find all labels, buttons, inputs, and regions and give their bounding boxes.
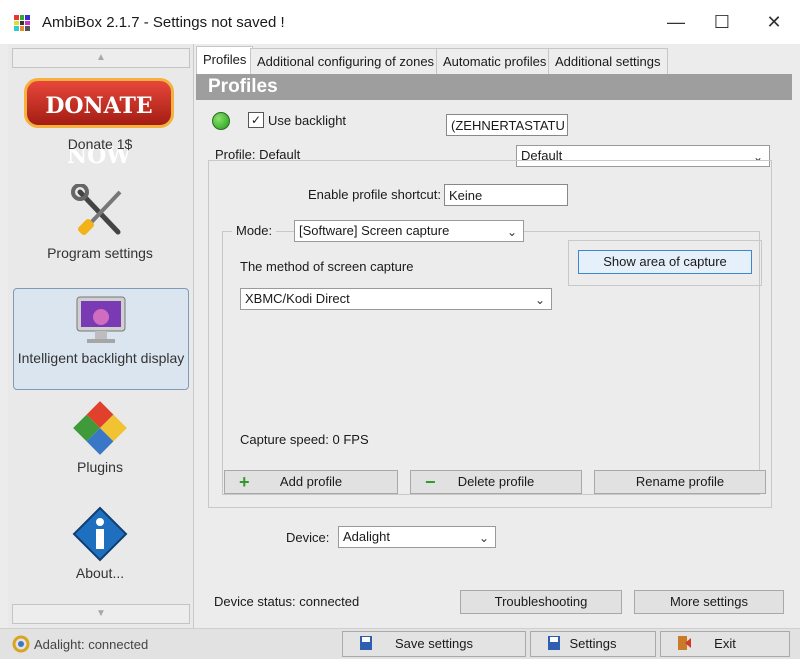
tab-additional-zones[interactable]: Additional configuring of zones [250, 48, 442, 74]
app-window: AmbiBox 2.1.7 - Settings not saved ! — ☐… [0, 0, 800, 659]
minus-icon: − [425, 472, 436, 492]
sidebar-item-label: About... [75, 565, 125, 581]
tools-icon [71, 183, 122, 235]
shortcut-label: Enable profile shortcut: [308, 187, 441, 202]
connection-status: Adalight: connected [34, 637, 149, 652]
settings-icon [548, 636, 560, 650]
status-bar: Adalight: connected Save settings Settin… [0, 628, 800, 659]
section-header: Profiles [196, 74, 792, 100]
sidebar-item-program-settings[interactable]: Program settings [13, 183, 187, 268]
window-title: AmbiBox 2.1.7 - Settings not saved ! [42, 14, 285, 31]
tab-automatic-profiles[interactable]: Automatic profiles [436, 48, 554, 74]
capture-speed-label: Capture speed: 0 FPS [240, 432, 369, 447]
status-led-icon [212, 112, 230, 130]
delete-profile-button[interactable]: − Delete profile [410, 470, 582, 494]
device-select[interactable]: Adalight ⌄ [338, 526, 496, 548]
sidebar-item-backlight-display[interactable]: Intelligent backlight display [13, 288, 189, 390]
connection-icon [12, 635, 30, 653]
chevron-down-icon: ⌄ [506, 225, 517, 239]
maximize-button[interactable]: ☐ [702, 10, 742, 34]
tab-additional-settings[interactable]: Additional settings [548, 48, 668, 74]
shortcut-field[interactable]: Keine [444, 184, 568, 206]
rename-profile-button[interactable]: Rename profile [594, 470, 766, 494]
info-icon [72, 506, 128, 562]
sidebar-scroll-up[interactable]: ▲ [12, 48, 190, 68]
chevron-down-icon: ⌄ [478, 531, 489, 545]
more-settings-button[interactable]: More settings [634, 590, 784, 614]
capture-method-label: The method of screen capture [240, 259, 414, 274]
monitor-icon [76, 296, 126, 343]
device-label: Device: [286, 530, 330, 545]
save-settings-button[interactable]: Save settings [342, 631, 526, 657]
donate-now-button[interactable]: DONATE NOW [24, 78, 174, 169]
use-backlight-checkbox[interactable]: ✓ [248, 112, 264, 128]
sidebar-scroll-down[interactable]: ▼ [12, 604, 190, 624]
hotkey-field[interactable]: (ZEHNERTASTATU [446, 114, 568, 136]
sidebar-item-label: Plugins [77, 459, 123, 475]
minimize-button[interactable]: — [656, 10, 696, 34]
close-button[interactable]: ✕ [754, 10, 794, 34]
save-icon [360, 636, 372, 650]
sidebar-item-label: Donate 1$ [67, 136, 133, 152]
title-bar: AmbiBox 2.1.7 - Settings not saved ! — ☐… [0, 0, 800, 44]
plus-icon: + [239, 472, 250, 492]
troubleshooting-button[interactable]: Troubleshooting [460, 590, 622, 614]
exit-icon [678, 636, 691, 650]
sidebar-item-about[interactable]: About... [13, 506, 187, 588]
puzzle-icon [73, 401, 127, 455]
exit-button[interactable]: Exit [660, 631, 790, 657]
add-profile-button[interactable]: + Add profile [224, 470, 398, 494]
use-backlight-label: Use backlight [268, 113, 347, 128]
profiles-panel: Profiles ✓ Use backlight (ZEHNERTASTATU … [196, 74, 792, 626]
tab-profiles[interactable]: Profiles [196, 46, 254, 74]
app-icon [14, 15, 30, 31]
sidebar-item-plugins[interactable]: Plugins [13, 400, 187, 478]
sidebar: ▲ DONATE NOW Donate 1$ Program settings … [8, 44, 194, 628]
sidebar-item-label: Intelligent backlight display [17, 350, 185, 366]
capture-method-select[interactable]: XBMC/Kodi Direct ⌄ [240, 288, 552, 310]
show-area-button[interactable]: Show area of capture [578, 250, 752, 274]
mode-label: Mode: [232, 223, 277, 238]
settings-button[interactable]: Settings [530, 631, 656, 657]
chevron-down-icon: ⌄ [534, 293, 545, 307]
sidebar-item-donate[interactable]: Donate 1$ [13, 136, 187, 156]
device-status-label: Device status: connected [214, 594, 360, 609]
mode-select[interactable]: [Software] Screen capture ⌄ [294, 220, 524, 242]
sidebar-item-label: Program settings [47, 245, 153, 261]
